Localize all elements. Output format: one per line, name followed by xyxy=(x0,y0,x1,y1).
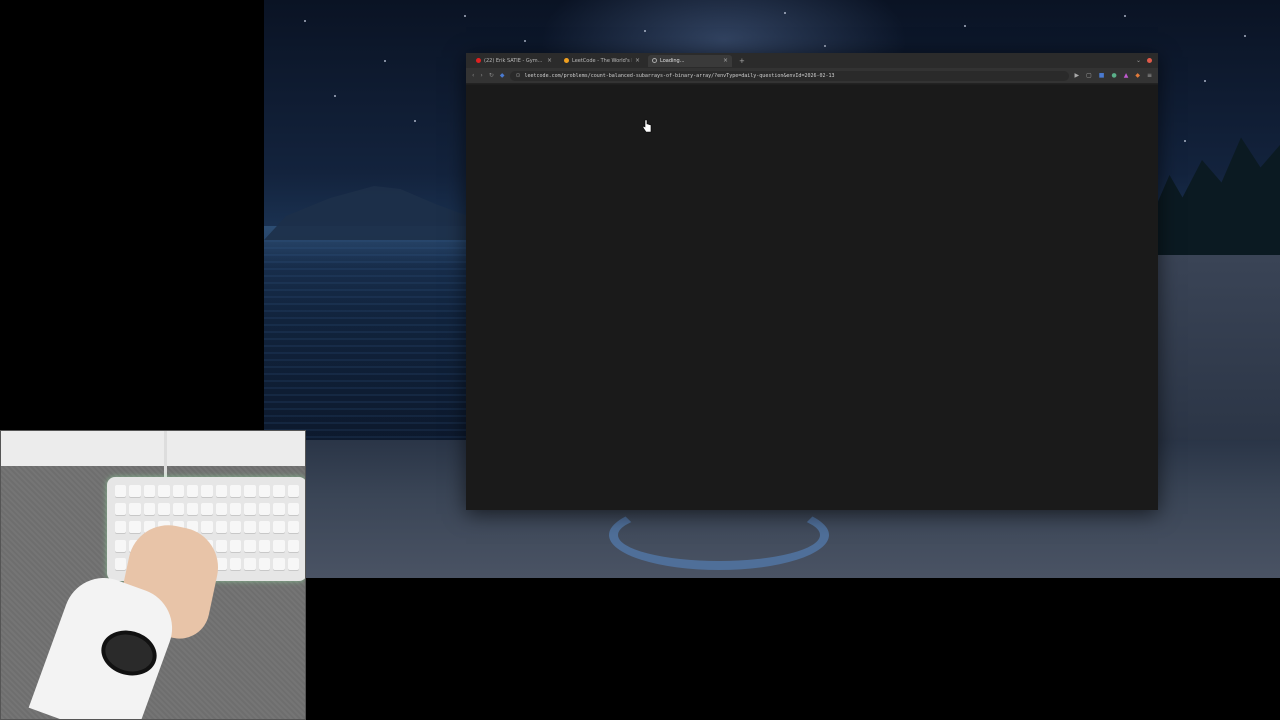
reload-icon[interactable]: ↻ xyxy=(489,72,494,79)
back-icon[interactable]: ‹ xyxy=(472,72,474,79)
star xyxy=(1124,15,1126,17)
window-controls: ⌄ xyxy=(1136,57,1158,64)
close-tab-icon[interactable]: × xyxy=(723,57,728,64)
tab-youtube[interactable]: (22) Erik SATIE - Gym... × xyxy=(472,55,556,67)
bookmark-icon[interactable]: ▢ xyxy=(1086,72,1092,79)
star xyxy=(1244,35,1246,37)
youtube-icon xyxy=(476,58,481,63)
star xyxy=(1184,140,1186,142)
extension-icon[interactable]: ■ xyxy=(1099,72,1105,79)
brave-rewards-icon[interactable]: ▲ xyxy=(1124,72,1129,79)
tab-bar: (22) Erik SATIE - Gym... × LeetCode - Th… xyxy=(466,53,1158,68)
wall xyxy=(1,431,305,466)
keyboard-cable xyxy=(164,431,167,479)
star xyxy=(824,45,826,47)
star xyxy=(524,40,526,42)
tab-title: LeetCode - The World's Le... xyxy=(572,57,632,64)
star xyxy=(964,25,966,27)
star xyxy=(784,12,786,14)
star xyxy=(644,30,646,32)
menu-icon[interactable]: ≡ xyxy=(1147,72,1152,79)
tab-title: Loading... xyxy=(660,57,685,64)
glowing-ring xyxy=(609,500,829,570)
star xyxy=(304,20,306,22)
leetcode-icon xyxy=(564,58,569,63)
beach-rocks xyxy=(1155,255,1280,445)
browser-window: (22) Erik SATIE - Gym... × LeetCode - Th… xyxy=(466,53,1158,510)
star xyxy=(384,60,386,62)
extension-icons: ▶ ▢ ■ ● ▲ ◆ ≡ xyxy=(1075,72,1153,79)
site-info-icon[interactable]: ⊙ xyxy=(515,72,520,79)
star xyxy=(334,95,336,97)
url-text[interactable]: leetcode.com/problems/count-balanced-sub… xyxy=(525,73,835,79)
loading-spinner-icon xyxy=(652,58,657,63)
toolbar: ‹ › ↻ ◆ ⊙ leetcode.com/problems/count-ba… xyxy=(466,68,1158,84)
hand-cursor-icon xyxy=(642,119,652,133)
new-tab-button[interactable]: + xyxy=(736,57,748,65)
webcam-overlay xyxy=(0,430,306,720)
page-content[interactable] xyxy=(466,85,1158,510)
address-bar[interactable]: ⊙ leetcode.com/problems/count-balanced-s… xyxy=(510,70,1069,81)
star xyxy=(414,120,416,122)
close-tab-icon[interactable]: × xyxy=(547,57,552,64)
shield-icon[interactable]: ◆ xyxy=(500,72,505,79)
close-window-button[interactable] xyxy=(1147,58,1152,63)
play-icon[interactable]: ▶ xyxy=(1075,72,1080,79)
star xyxy=(1204,80,1206,82)
tab-title: (22) Erik SATIE - Gym... xyxy=(484,57,543,64)
tab-loading[interactable]: Loading... × xyxy=(648,54,732,67)
wallet-icon[interactable]: ◆ xyxy=(1135,72,1140,79)
star xyxy=(464,15,466,17)
close-tab-icon[interactable]: × xyxy=(635,57,640,64)
tab-list-icon[interactable]: ⌄ xyxy=(1136,57,1141,64)
profile-icon[interactable]: ● xyxy=(1111,72,1116,79)
tab-leetcode[interactable]: LeetCode - The World's Le... × xyxy=(560,55,644,67)
forward-icon[interactable]: › xyxy=(480,72,482,79)
